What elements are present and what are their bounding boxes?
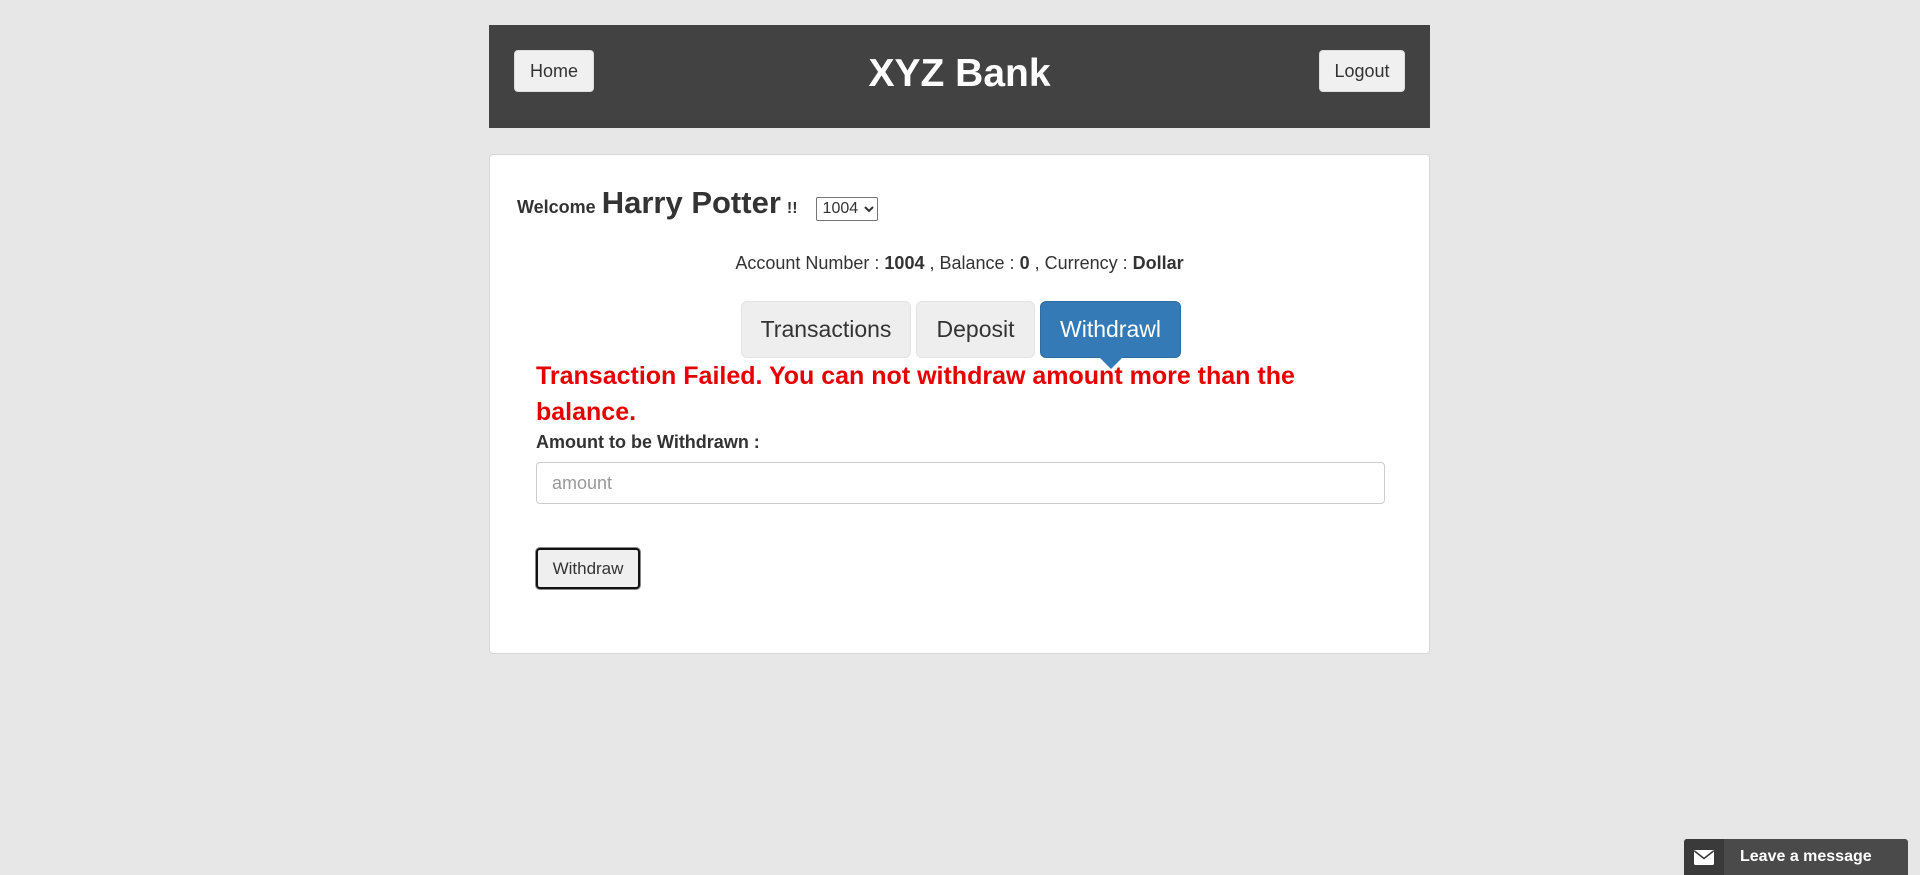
account-number-label: Account Number : — [735, 253, 880, 273]
tab-withdrawl[interactable]: Withdrawl — [1040, 301, 1181, 369]
withdraw-button[interactable]: Withdraw — [536, 548, 640, 589]
amount-input[interactable] — [536, 462, 1385, 504]
customer-name: Harry Potter — [601, 185, 781, 220]
currency-value: Dollar — [1132, 253, 1184, 273]
logout-button[interactable]: Logout — [1319, 50, 1405, 92]
account-number: 1004 — [884, 253, 925, 273]
balance-label: , Balance : — [929, 253, 1015, 273]
balance-value: 0 — [1019, 253, 1030, 273]
currency-label: , Currency : — [1034, 253, 1128, 273]
tab-transactions[interactable]: Transactions — [741, 301, 911, 358]
leave-message-widget[interactable]: Leave a message — [1684, 839, 1908, 875]
amount-label: Amount to be Withdrawn : — [536, 432, 760, 452]
account-panel: Welcome Harry Potter !! 1004 Account Num… — [489, 154, 1430, 654]
account-select[interactable]: 1004 — [815, 196, 878, 221]
error-message: Transaction Failed. You can not withdraw… — [536, 362, 1295, 426]
leave-message-label: Leave a message — [1740, 848, 1872, 865]
account-info: Account Number : 1004 , Balance : 0 , Cu… — [490, 253, 1429, 274]
welcome-row: Welcome Harry Potter !! 1004 — [517, 185, 878, 221]
app-header: Home XYZ Bank Logout — [489, 25, 1430, 128]
welcome-exclaim: !! — [786, 200, 798, 217]
bank-title: XYZ Bank — [868, 52, 1051, 95]
tab-bar: Transactions Deposit Withdrawl — [741, 301, 1181, 369]
welcome-text: Welcome — [517, 197, 596, 217]
envelope-icon — [1684, 839, 1724, 875]
tab-deposit[interactable]: Deposit — [916, 301, 1035, 358]
